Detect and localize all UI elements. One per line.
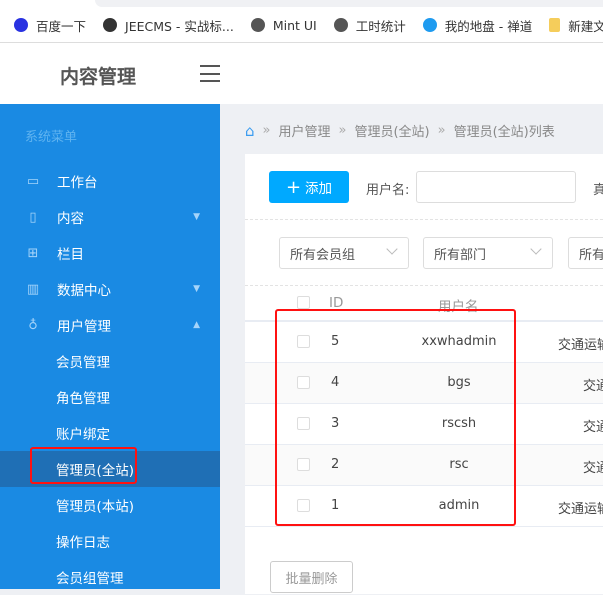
department-select[interactable]: 所有部门 — [423, 237, 553, 269]
realname-label: 真 — [593, 183, 603, 198]
bookmark-item[interactable]: 新建文件夹 — [549, 16, 603, 35]
highlight-box — [30, 447, 137, 484]
breadcrumb-item[interactable]: 管理员(全站) — [354, 121, 429, 140]
cell-department: 交通 — [583, 420, 603, 435]
sidebar-title: 系统菜单 — [25, 130, 78, 145]
bookmark-item[interactable]: Mint UI — [250, 18, 317, 33]
select-all-checkbox[interactable] — [297, 296, 310, 309]
sidebar-item[interactable]: ▭ 工作台 — [0, 163, 220, 199]
caret-down-icon: ▼ — [193, 212, 200, 222]
divider — [245, 219, 603, 220]
user-icon: ♁ — [28, 317, 38, 333]
globe-icon — [250, 18, 265, 32]
grid-icon: ⊞ — [27, 245, 39, 261]
sidebar-subitem[interactable]: 账户绑定 — [0, 415, 220, 451]
bookmark-item[interactable]: 工时统计 — [333, 16, 406, 35]
jeecms-icon — [103, 18, 118, 32]
zentao-icon — [422, 18, 437, 32]
baidu-paw-icon — [14, 18, 28, 32]
sidebar-item[interactable]: ▯ 内容 ▼ — [0, 199, 220, 235]
breadcrumb-item[interactable]: 用户管理 — [279, 121, 331, 140]
highlight-box — [275, 309, 516, 526]
sidebar: 系统菜单 ▭ 工作台 ▯ 内容 ▼ ⊞ 栏目 ▥ 数据中心 ▼ ♁ 用户管理 ▲ 会员管理 角色管理 账户绑定… — [0, 104, 220, 589]
folder-icon — [549, 18, 561, 32]
sidebar-subitem[interactable]: 会员管理 — [0, 343, 220, 379]
plus-icon: + — [285, 176, 302, 198]
bookmark-item[interactable]: 我的地盘 - 禅道 — [422, 16, 532, 35]
monitor-icon: ▭ — [26, 173, 40, 189]
globe-icon — [333, 18, 348, 32]
cell-department: 交通 — [583, 461, 603, 476]
caret-up-icon: ▲ — [193, 320, 200, 330]
member-group-select[interactable]: 所有会员组 — [279, 237, 409, 269]
breadcrumb: ⌂ » 用户管理 » 管理员(全站) » 管理员(全站)列表 — [245, 121, 555, 141]
username-label: 用户名: — [366, 183, 410, 198]
file-icon: ▯ — [29, 209, 37, 225]
cell-department: 交通 — [583, 379, 603, 394]
chevron-down-icon — [530, 243, 542, 255]
caret-down-icon: ▼ — [193, 284, 200, 294]
chevron-down-icon — [386, 243, 398, 255]
add-button[interactable]: + 添加 — [269, 171, 349, 203]
breadcrumb-current: 管理员(全站)列表 — [453, 125, 555, 140]
filter-select[interactable]: 所有 — [568, 237, 603, 269]
bookmarks-bar: 百度一下 JEECMS - 实战标... Mint UI 工时统计 我的地盘 - 禅道新… — [0, 8, 603, 43]
bookmark-item[interactable]: JEECMS - 实战标... — [103, 16, 234, 35]
sidebar-subitem[interactable]: 角色管理 — [0, 379, 220, 415]
cell-department: 交通运输 — [558, 502, 603, 517]
app-title: 内容管理 — [60, 66, 137, 88]
browser-tab-strip — [0, 0, 603, 8]
batch-delete-button[interactable]: 批量删除 — [270, 561, 353, 593]
menu-toggle-icon[interactable] — [200, 65, 220, 82]
username-input[interactable] — [416, 171, 576, 203]
bar-chart-icon: ▥ — [26, 281, 40, 297]
sidebar-subitem[interactable]: 管理员(本站) — [0, 487, 220, 523]
bookmark-item[interactable]: 百度一下 — [14, 16, 86, 35]
home-icon[interactable]: ⌂ — [245, 122, 255, 140]
cell-department: 交通运输 — [558, 338, 603, 353]
sidebar-subitem[interactable]: 操作日志 — [0, 523, 220, 559]
sidebar-item[interactable]: ⊞ 栏目 — [0, 235, 220, 271]
sidebar-subitem[interactable]: 会员组管理 — [0, 559, 220, 595]
sidebar-item[interactable]: ▥ 数据中心 ▼ — [0, 271, 220, 307]
sidebar-item[interactable]: ♁ 用户管理 ▲ — [0, 307, 220, 343]
divider — [245, 285, 603, 286]
